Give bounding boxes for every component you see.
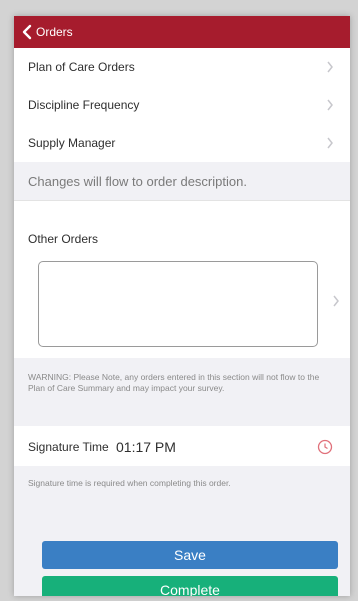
chevron-right-icon — [327, 61, 333, 73]
menu-item-plan-of-care-orders[interactable]: Plan of Care Orders — [14, 48, 350, 87]
signature-time-value[interactable]: 01:17 PM — [116, 439, 176, 455]
header-bar: Orders — [14, 16, 350, 48]
other-orders-label: Other Orders — [28, 232, 99, 246]
back-label: Orders — [36, 25, 73, 39]
menu-item-label: Discipline Frequency — [28, 98, 140, 112]
signature-note: Signature time is required when completi… — [28, 478, 231, 488]
order-description-note-text: Changes will flow to order description. — [28, 173, 247, 189]
signature-time-row[interactable]: Signature Time 01:17 PM — [14, 428, 350, 467]
complete-button[interactable]: Complete — [42, 576, 338, 596]
other-orders-textarea[interactable] — [38, 261, 318, 347]
menu-item-label: Plan of Care Orders — [28, 60, 135, 74]
orders-screen: Orders Plan of Care Orders Discipline Fr… — [14, 16, 350, 596]
signature-time-label: Signature Time — [28, 440, 109, 454]
chevron-left-icon — [22, 24, 32, 40]
save-button[interactable]: Save — [42, 541, 338, 569]
menu-item-discipline-frequency[interactable]: Discipline Frequency — [14, 86, 350, 125]
menu-item-supply-manager[interactable]: Supply Manager — [14, 124, 350, 163]
menu-item-label: Supply Manager — [28, 136, 116, 150]
order-description-note: Changes will flow to order description. — [14, 162, 350, 201]
clock-icon[interactable] — [317, 439, 333, 455]
warning-block: WARNING: Please Note, any orders entered… — [14, 358, 350, 426]
warning-text: WARNING: Please Note, any orders entered… — [28, 372, 320, 393]
chevron-right-icon[interactable] — [332, 295, 340, 307]
chevron-right-icon — [327, 137, 333, 149]
chevron-right-icon — [327, 99, 333, 111]
back-button[interactable]: Orders — [14, 16, 73, 48]
